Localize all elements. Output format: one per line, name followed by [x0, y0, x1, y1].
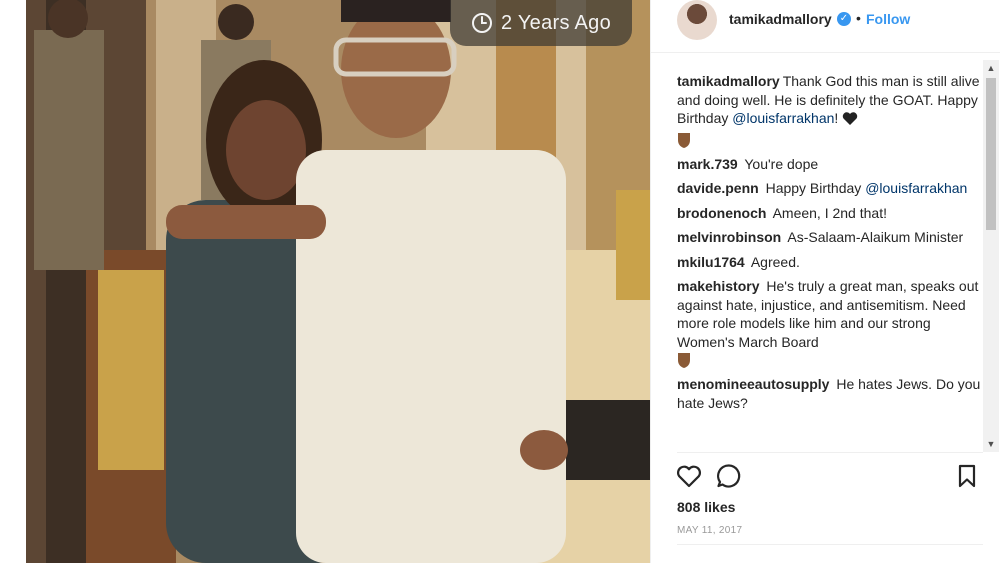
clock-icon [471, 12, 493, 34]
time-ago-badge: 2 Years Ago [450, 0, 632, 46]
post-actions [675, 462, 981, 490]
time-ago-text: 2 Years Ago [500, 11, 612, 34]
comment-text: ! [834, 110, 843, 126]
comment-text: Happy Birthday [765, 180, 866, 196]
comment-text: Agreed. [750, 253, 800, 270]
follow-button[interactable]: Follow [866, 11, 910, 27]
avatar[interactable] [677, 0, 717, 40]
divider [677, 544, 983, 545]
post-photo[interactable]: 2 Years Ago [26, 0, 650, 563]
comment-username[interactable]: mkilu1764 [677, 254, 745, 270]
bookmark-icon[interactable] [953, 462, 981, 490]
mention-link[interactable]: @louisfarrakhan [865, 180, 967, 196]
list-item: davide.penn Happy Birthday @louisfarrakh… [677, 179, 981, 198]
likes-count[interactable]: 808 likes [677, 499, 735, 515]
shield-emoji-icon [677, 131, 981, 149]
mention-link[interactable]: @louisfarrakhan [732, 110, 834, 126]
comment-username[interactable]: brodonenoch [677, 205, 766, 221]
comment-username[interactable]: davide.penn [677, 180, 759, 196]
comment-text: As-Salaam-Alaikum Minister [787, 229, 964, 245]
scroll-thumb[interactable] [986, 78, 996, 230]
comment-icon[interactable] [715, 462, 743, 490]
list-item: mark.739 You're dope [677, 155, 981, 174]
post-date: MAY 11, 2017 [677, 525, 743, 536]
comment-username[interactable]: makehistory [677, 278, 759, 294]
separator-dot: • [856, 10, 861, 26]
divider [677, 452, 983, 453]
scroll-up-arrow-icon[interactable]: ▲ [983, 60, 999, 76]
comment-text: Ameen, I 2nd that! [772, 204, 887, 221]
comment-username[interactable]: menomineeautosupply [677, 376, 829, 392]
comment-caption: tamikadmallory Thank God this man is stil… [677, 72, 981, 149]
verified-badge-icon: ✓ [837, 12, 851, 26]
header-username[interactable]: tamikadmallory [729, 11, 832, 27]
black-heart-icon [842, 111, 858, 131]
list-item: makehistory He's truly a great man, spea… [677, 277, 981, 369]
comment-username[interactable]: tamikadmallory [677, 73, 780, 89]
comment-username[interactable]: mark.739 [677, 156, 738, 172]
comment-text: You're dope [744, 155, 819, 172]
list-item: menomineeautosupply He hates Jews. Do yo… [677, 375, 981, 412]
list-item: melvinrobinson As-Salaam-Alaikum Ministe… [677, 228, 981, 247]
comment-username[interactable]: melvinrobinson [677, 229, 781, 245]
scroll-down-arrow-icon[interactable]: ▼ [983, 436, 999, 452]
comments-scrollbar[interactable]: ▲ ▼ [983, 60, 999, 452]
list-item: brodonenoch Ameen, I 2nd that! [677, 204, 981, 223]
post-panel: tamikadmallory ✓ • Follow tamikadmallory… [650, 0, 1000, 563]
list-item: mkilu1764 Agreed. [677, 253, 981, 272]
photo-illustration [26, 0, 650, 563]
heart-icon[interactable] [675, 462, 703, 490]
shield-emoji-icon [677, 351, 981, 369]
comments-list: tamikadmallory Thank God this man is stil… [677, 72, 981, 450]
post-header: tamikadmallory ✓ • Follow [651, 0, 1000, 53]
